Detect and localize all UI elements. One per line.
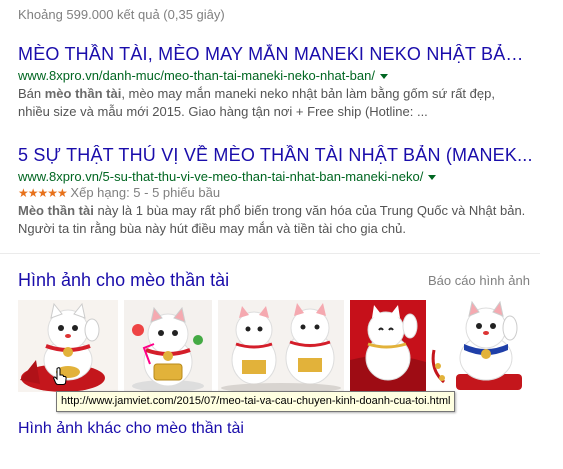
image-thumbnail-strip [18, 300, 538, 392]
maneki-neko-icon [124, 300, 212, 392]
result-title-link[interactable]: MÈO THẦN TÀI, MÈO MAY MẮN MANEKI NEKO NH… [18, 44, 534, 65]
snippet-highlight: Mèo thần tài [18, 203, 94, 218]
image-thumbnail-maneki-neko-pair[interactable] [218, 300, 344, 392]
search-result: 5 SỰ THẬT THÚ VỊ VỀ MÈO THẦN TÀI NHẬT BẢ… [18, 145, 548, 238]
snippet-text: Người ta tin rằng bùa này hút điều may m… [18, 221, 406, 236]
section-divider [0, 253, 540, 254]
snippet-text: nhiều size và mẫu mới 2015. Giao hàng tậ… [18, 104, 428, 119]
image-thumbnail-maneki-neko-red-cushion[interactable] [18, 300, 118, 392]
image-thumbnail-maneki-neko-blue-collar[interactable] [428, 300, 538, 392]
snippet-text: Bán [18, 86, 45, 101]
url-tooltip: http://www.jamviet.com/2015/07/meo-tai-v… [56, 391, 456, 412]
snippet-text: , mèo may mắn maneki neko nhật bản làm b… [121, 86, 495, 101]
maneki-neko-icon [18, 300, 118, 392]
result-url: www.8xpro.vn/danh-muc/meo-than-tai-manek… [18, 68, 548, 83]
url-dropdown-arrow-icon[interactable] [428, 175, 437, 181]
rating-stars-icon: ★★★★★ [18, 186, 68, 200]
result-url-text: www.8xpro.vn/danh-muc/meo-than-tai-manek… [18, 68, 375, 83]
maneki-neko-icon [350, 300, 426, 392]
rating-text: Xếp hạng: 5 - 5 phiếu bầu [70, 185, 221, 200]
result-title-link[interactable]: 5 SỰ THẬT THÚ VỊ VỀ MÈO THẦN TÀI NHẬT BẢ… [18, 145, 534, 166]
maneki-neko-icon [428, 300, 538, 392]
snippet-text: này là 1 bùa may rất phổ biến trong văn … [93, 203, 526, 218]
hand-cursor-icon [53, 367, 67, 385]
more-images-link[interactable]: Hình ảnh khác cho mèo thần tài [18, 420, 244, 438]
url-dropdown-arrow-icon[interactable] [379, 74, 388, 80]
result-snippet: Bán mèo thần tài, mèo may mắn maneki nek… [18, 85, 543, 121]
search-result: MÈO THẦN TÀI, MÈO MAY MẮN MANEKI NEKO NH… [18, 44, 548, 121]
result-stats: Khoảng 599.000 kết quả (0,35 giây) [18, 7, 225, 22]
maneki-neko-icon [218, 300, 344, 392]
report-images-link[interactable]: Báo cáo hình ảnh [428, 273, 530, 288]
result-url: www.8xpro.vn/5-su-that-thu-vi-ve-meo-tha… [18, 169, 548, 184]
result-snippet: Mèo thần tài này là 1 bùa may rất phổ bi… [18, 202, 543, 238]
images-heading-link[interactable]: Hình ảnh cho mèo thần tài [18, 270, 229, 291]
rating-row: ★★★★★ Xếp hạng: 5 - 5 phiếu bầu [18, 185, 548, 200]
image-thumbnail-maneki-neko-red-fabric[interactable] [350, 300, 426, 392]
image-thumbnail-maneki-neko-gold-coin[interactable] [124, 300, 212, 392]
result-url-text: www.8xpro.vn/5-su-that-thu-vi-ve-meo-tha… [18, 169, 424, 184]
snippet-highlight: mèo thần tài [44, 86, 122, 101]
